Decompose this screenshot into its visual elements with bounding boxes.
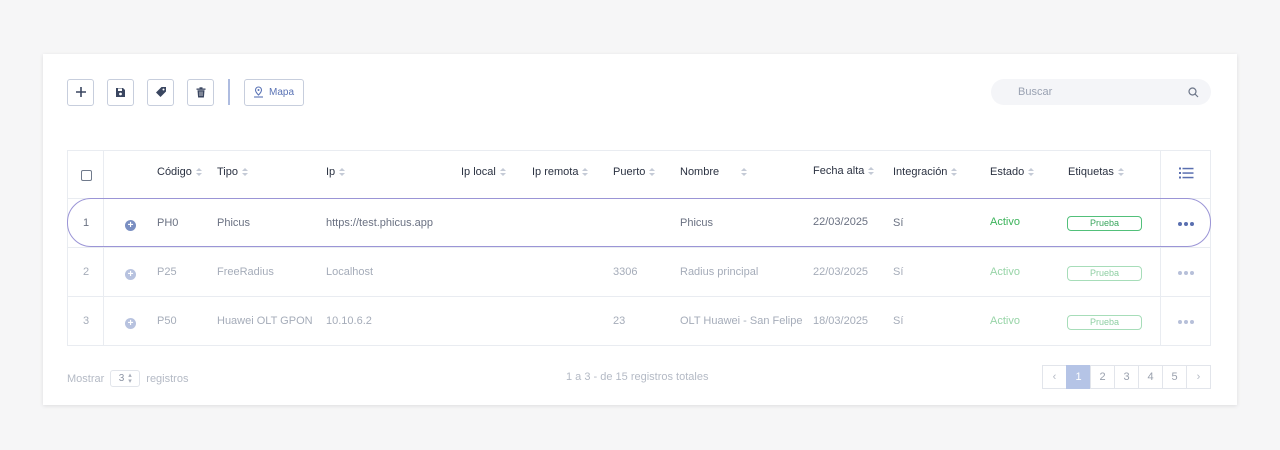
records-summary: 1 a 3 - de 15 registros totales [566,371,709,383]
sort-icon [1028,168,1035,176]
cell-nombre: OLT Huawei - San Felipe [680,315,803,327]
page-2-button[interactable]: 2 [1090,365,1115,389]
map-button[interactable]: Mapa [244,78,305,106]
tag-badge: Prueba [1067,266,1142,281]
column-header-estado[interactable]: Estado [990,166,1035,178]
sort-icon [741,168,748,176]
tag-button[interactable] [147,78,174,106]
toolbar: Mapa [67,78,305,106]
page-1-button[interactable]: 1 [1066,365,1091,389]
page-5-button[interactable]: 5 [1162,365,1187,389]
cell-integracion: Sí [893,315,904,327]
column-header-etiquetas[interactable]: Etiquetas [1068,166,1124,178]
page-size-control: Mostrar 3 ▴ ▾ registros [67,370,188,387]
page-3-button[interactable]: 3 [1114,365,1139,389]
search-box [991,79,1211,105]
records-label: registros [146,372,189,385]
sort-icon [951,168,958,176]
cell-integracion: Sí [893,266,904,278]
cell-fecha-alta: 22/03/2025 [813,266,869,278]
page-4-button[interactable]: 4 [1138,365,1163,389]
page-size-stepper[interactable]: 3 ▴ ▾ [110,370,141,387]
column-header-integracion[interactable]: Integración [893,166,958,178]
table-row[interactable]: 2 + P25 FreeRadius Localhost 3306 Radius… [68,248,1210,297]
sort-icon [649,168,656,176]
servers-table: Código Tipo Ip Ip local Ip remota Puerto… [67,150,1211,346]
show-label: Mostrar [67,372,105,385]
search-icon[interactable] [1188,86,1199,98]
search-input[interactable] [1016,85,1188,99]
add-button[interactable] [67,78,94,106]
map-button-label: Mapa [269,86,295,98]
list-icon[interactable] [1179,167,1194,179]
cell-nombre: Phicus [680,217,714,229]
cell-codigo: P25 [157,266,177,278]
row-actions-menu[interactable] [1178,271,1194,275]
sort-icon [242,168,248,176]
sort-icon [582,168,589,176]
column-header-fecha-alta[interactable]: Fecha alta [813,165,875,177]
delete-button[interactable] [187,78,214,106]
select-all-checkbox[interactable] [81,170,92,181]
sort-icon [1117,168,1124,176]
row-actions-menu[interactable] [1178,222,1194,226]
expand-row-icon[interactable]: + [125,269,136,280]
cell-ip: Localhost [326,266,374,278]
pagination: ‹ 1 2 3 4 5 › [1042,365,1211,389]
row-number: 3 [83,315,90,327]
servers-panel: Mapa Código Tipo Ip Ip local Ip remota P… [43,54,1237,405]
next-page-button[interactable]: › [1186,365,1211,389]
row-number: 2 [83,266,90,278]
column-header-ip[interactable]: Ip [326,166,346,178]
cell-nombre: Radius principal [680,266,759,278]
row-actions-menu[interactable] [1178,320,1194,324]
column-header-codigo[interactable]: Código [157,166,202,178]
cell-tipo: FreeRadius [217,266,274,278]
column-header-nombre[interactable]: Nombre [680,166,748,178]
column-header-ip-local[interactable]: Ip local [461,166,506,178]
plus-icon [75,87,86,97]
cell-fecha-alta: 22/03/2025 [813,216,869,228]
floppy-icon [116,87,125,97]
sort-icon [499,168,506,176]
trash-icon [196,86,205,97]
map-pin-icon [254,86,263,98]
column-header-tipo[interactable]: Tipo [217,166,248,178]
cell-ip: https://test.phicus.app [326,217,434,229]
column-header-ip-remota[interactable]: Ip remota [532,166,589,178]
expand-row-icon[interactable]: + [125,318,136,329]
sort-icon [195,168,202,176]
cell-codigo: P50 [157,315,177,327]
cell-puerto: 3306 [613,266,638,278]
status-badge: Activo [990,315,1020,327]
column-header-puerto[interactable]: Puerto [613,166,656,178]
cell-fecha-alta: 18/03/2025 [813,315,869,327]
table-row[interactable]: 1 + PH0 Phicus https://test.phicus.app P… [68,199,1210,248]
cell-codigo: PH0 [157,217,179,229]
cell-puerto: 23 [613,315,626,327]
cell-integracion: Sí [893,217,904,229]
sort-icon [339,168,346,176]
row-number: 1 [83,217,90,229]
save-button[interactable] [107,78,134,106]
cell-ip: 10.10.6.2 [326,315,372,327]
tag-icon [155,87,166,97]
tag-badge: Prueba [1067,216,1142,231]
toolbar-divider [228,79,230,105]
cell-tipo: Phicus [217,217,251,229]
table-row[interactable]: 3 + P50 Huawei OLT GPON 10.10.6.2 23 OLT… [68,297,1210,346]
status-badge: Activo [990,216,1020,228]
tag-badge: Prueba [1067,315,1142,330]
prev-page-button[interactable]: ‹ [1042,365,1067,389]
expand-row-icon[interactable]: + [125,220,136,231]
cell-tipo: Huawei OLT GPON [217,315,313,327]
status-badge: Activo [990,266,1020,278]
table-footer: Mostrar 3 ▴ ▾ registros 1 a 3 - de 15 regi… [67,365,1211,389]
sort-icon [868,167,875,175]
